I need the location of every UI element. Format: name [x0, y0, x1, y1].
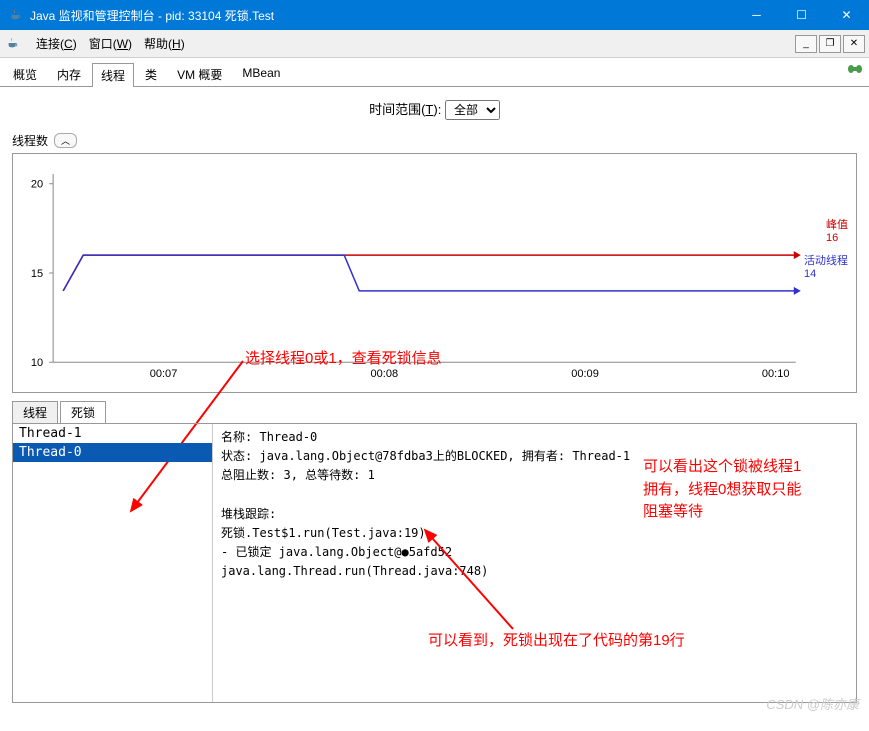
tab-memory[interactable]: 内存 [48, 62, 90, 86]
window-title: Java 监视和管理控制台 - pid: 33104 死锁.Test [30, 7, 734, 24]
svg-text:00:10: 00:10 [762, 368, 790, 380]
main-tabbar: 概览 内存 线程 类 VM 概要 MBean [0, 58, 869, 87]
annotation-lock-owner: 可以看出这个锁被线程1 拥有，线程0想获取只能 阻塞等待 [643, 456, 801, 524]
chart-title: 线程数 [12, 132, 48, 149]
detail-blocked-value: 3, [283, 468, 297, 482]
svg-text:20: 20 [31, 179, 43, 191]
legend-active: 活动线程 14 [804, 252, 848, 280]
time-range-row: 时间范围(T): 全部 [6, 93, 863, 130]
maximize-button[interactable]: ☐ [779, 0, 824, 30]
detail-waited-label: 总等待数: [305, 468, 360, 482]
thread-detail: 名称: Thread-0 状态: java.lang.Object@78fdba… [213, 424, 856, 702]
menu-window[interactable]: 窗口(W) [83, 32, 138, 55]
tab-mbeans[interactable]: MBean [233, 62, 289, 86]
chart-collapse-button[interactable]: ︿ [54, 133, 77, 148]
detail-state-value: java.lang.Object@78fdba3上的BLOCKED, 拥有者: … [259, 449, 630, 463]
thread-item-0[interactable]: Thread-0 [13, 443, 212, 462]
content-area: 时间范围(T): 全部 线程数 ︿ 20 15 10 00:07 00:08 0… [0, 87, 869, 717]
inner-restore-button[interactable]: ❐ [819, 35, 841, 53]
stack-line-2: - 已锁定 java.lang.Object@●5afd52 [221, 543, 848, 562]
thread-list: Thread-1 Thread-0 [13, 424, 213, 702]
java-icon [8, 7, 24, 23]
inner-minimize-button[interactable]: _ [795, 35, 817, 53]
svg-text:00:09: 00:09 [571, 368, 599, 380]
close-button[interactable]: ✕ [824, 0, 869, 30]
thread-item-1[interactable]: Thread-1 [13, 424, 212, 443]
time-range-select[interactable]: 全部 [445, 100, 500, 120]
time-range-label: 时间范围(T): [369, 102, 441, 117]
window-titlebar: Java 监视和管理控制台 - pid: 33104 死锁.Test ─ ☐ ✕ [0, 0, 869, 30]
detail-state-label: 状态: [221, 449, 252, 463]
detail-waited-value: 1 [368, 468, 375, 482]
stack-line-3: java.lang.Thread.run(Thread.java:748) [221, 562, 848, 581]
minimize-button[interactable]: ─ [734, 0, 779, 30]
subtab-deadlock[interactable]: 死锁 [60, 401, 106, 423]
tab-classes[interactable]: 类 [136, 62, 166, 86]
chart-header: 线程数 ︿ [6, 130, 863, 151]
svg-text:15: 15 [31, 268, 43, 280]
menu-help[interactable]: 帮助(H) [138, 32, 191, 55]
menubar: 连接(C) 窗口(W) 帮助(H) _ ❐ ✕ [0, 30, 869, 58]
detail-blocked-label: 总阻止数: [221, 468, 276, 482]
stack-line-1: 死锁.Test$1.run(Test.java:19) [221, 524, 848, 543]
menu-connect[interactable]: 连接(C) [30, 32, 83, 55]
svg-text:00:08: 00:08 [371, 368, 399, 380]
detail-panel: Thread-1 Thread-0 名称: Thread-0 状态: java.… [12, 423, 857, 703]
svg-text:10: 10 [31, 357, 43, 369]
tab-vm[interactable]: VM 概要 [168, 62, 231, 86]
arrow-2 [413, 524, 533, 634]
legend-peak: 峰值 16 [826, 216, 848, 244]
watermark: CSDN @陈亦康 [766, 694, 859, 713]
java-icon-menu [6, 36, 22, 52]
annotation-select-thread: 选择线程0或1，查看死锁信息 [245, 347, 442, 368]
annotation-deadlock-line: 可以看到，死锁出现在了代码的第19行 [428, 629, 685, 653]
inner-close-button[interactable]: ✕ [843, 35, 865, 53]
subtab-threads[interactable]: 线程 [12, 401, 58, 423]
tab-threads[interactable]: 线程 [92, 63, 134, 87]
detail-name-value: Thread-0 [259, 430, 317, 444]
tab-overview[interactable]: 概览 [4, 62, 46, 86]
detail-name-label: 名称: [221, 430, 252, 444]
connection-status-icon [847, 62, 863, 76]
